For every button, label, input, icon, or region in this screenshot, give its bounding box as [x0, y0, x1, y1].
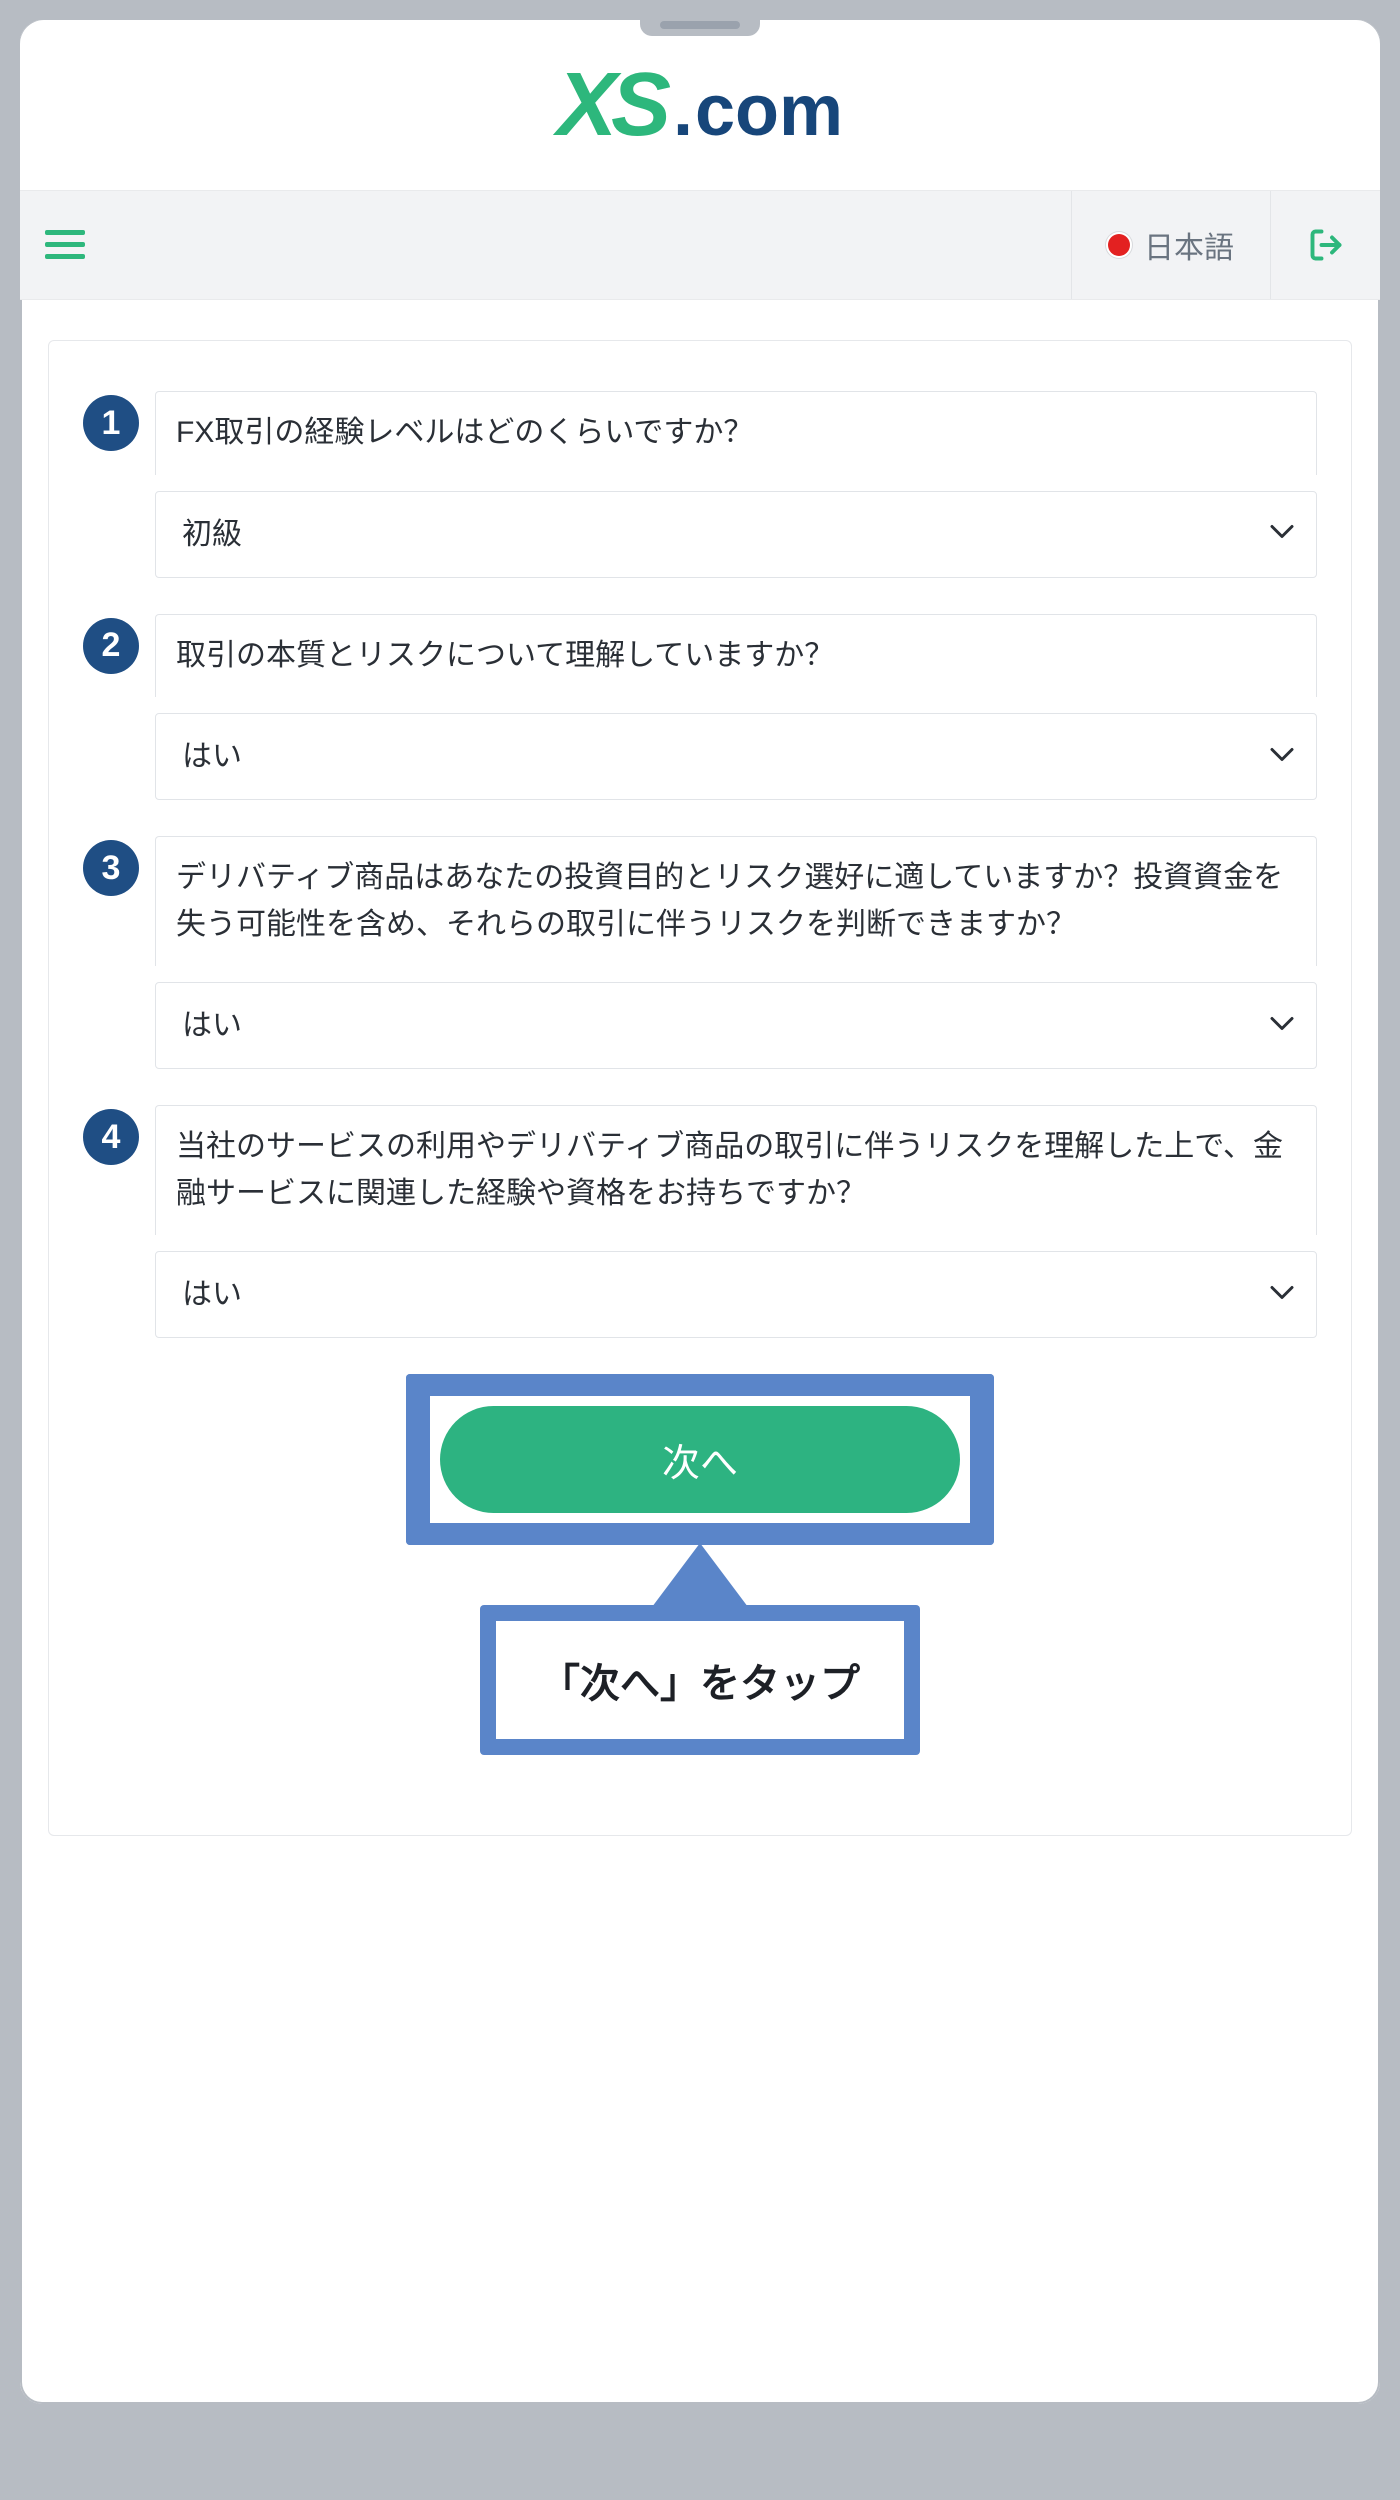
- hamburger-icon: [45, 230, 85, 260]
- question-label: FX取引の経験レベルはどのくらいですか？: [155, 391, 1317, 475]
- financial-experience-select[interactable]: はい: [156, 1252, 1316, 1337]
- logout-button[interactable]: [1270, 191, 1380, 299]
- question-block-4: 4 当社のサービスの利用やデリバティブ商品の取引に伴うリスクを理解した上で、金融…: [83, 1105, 1317, 1338]
- question-block-1: 1 FX取引の経験レベルはどのくらいですか？ 初級: [83, 391, 1317, 578]
- question-select-wrap: はい: [155, 713, 1317, 800]
- question-number: 2: [83, 618, 139, 674]
- question-body: 当社のサービスの利用やデリバティブ商品の取引に伴うリスクを理解した上で、金融サー…: [155, 1105, 1317, 1338]
- question-block-2: 2 取引の本質とリスクについて理解していますか？ はい: [83, 614, 1317, 801]
- next-button[interactable]: 次へ: [440, 1406, 960, 1513]
- menu-button[interactable]: [20, 191, 110, 299]
- experience-select[interactable]: 初級: [156, 492, 1316, 577]
- callout-box: 「次へ」をタップ: [480, 1605, 920, 1755]
- question-block-3: 3 デリバティブ商品はあなたの投資目的とリスク選好に適していますか？投資資金を失…: [83, 836, 1317, 1069]
- question-select-wrap: はい: [155, 982, 1317, 1069]
- question-select-wrap: 初級: [155, 491, 1317, 578]
- logo-bar: XS . com: [20, 20, 1380, 190]
- logout-icon: [1308, 227, 1344, 263]
- question-select-wrap: はい: [155, 1251, 1317, 1338]
- derivatives-suitability-select[interactable]: はい: [156, 983, 1316, 1068]
- cta-zone: 次へ 「次へ」をタップ: [83, 1374, 1317, 1755]
- risk-understanding-select[interactable]: はい: [156, 714, 1316, 799]
- question-body: デリバティブ商品はあなたの投資目的とリスク選好に適していますか？投資資金を失う可…: [155, 836, 1317, 1069]
- brand-dot: .: [673, 70, 693, 152]
- question-body: FX取引の経験レベルはどのくらいですか？ 初級: [155, 391, 1317, 578]
- device-notch: [640, 14, 760, 36]
- form-panel: 1 FX取引の経験レベルはどのくらいですか？ 初級 2: [48, 340, 1352, 1836]
- brand-xs: XS: [557, 54, 665, 157]
- language-selector[interactable]: 日本語: [1071, 191, 1270, 299]
- cta-inner: 次へ: [430, 1396, 970, 1523]
- question-number: 1: [83, 395, 139, 451]
- question-label: 当社のサービスの利用やデリバティブ商品の取引に伴うリスクを理解した上で、金融サー…: [155, 1105, 1317, 1235]
- toolbar: 日本語: [20, 190, 1380, 300]
- question-number: 4: [83, 1109, 139, 1165]
- question-label: 取引の本質とリスクについて理解していますか？: [155, 614, 1317, 698]
- brand-com: com: [695, 70, 843, 152]
- callout-arrow-icon: [652, 1543, 748, 1607]
- toolbar-spacer: [110, 191, 1071, 299]
- language-label: 日本語: [1144, 223, 1234, 267]
- device-frame: XS . com 日本語 1 FX取引の経験レベルはどのくらいですか？: [12, 12, 1388, 2412]
- question-label: デリバティブ商品はあなたの投資目的とリスク選好に適していますか？投資資金を失う可…: [155, 836, 1317, 966]
- content-area: 1 FX取引の経験レベルはどのくらいですか？ 初級 2: [20, 300, 1380, 1916]
- jp-flag-icon: [1108, 234, 1130, 256]
- question-body: 取引の本質とリスクについて理解していますか？ はい: [155, 614, 1317, 801]
- question-number: 3: [83, 840, 139, 896]
- callout-text: 「次へ」をタップ: [496, 1621, 904, 1739]
- cta-highlight: 次へ: [406, 1374, 994, 1545]
- brand-logo: XS . com: [557, 54, 843, 157]
